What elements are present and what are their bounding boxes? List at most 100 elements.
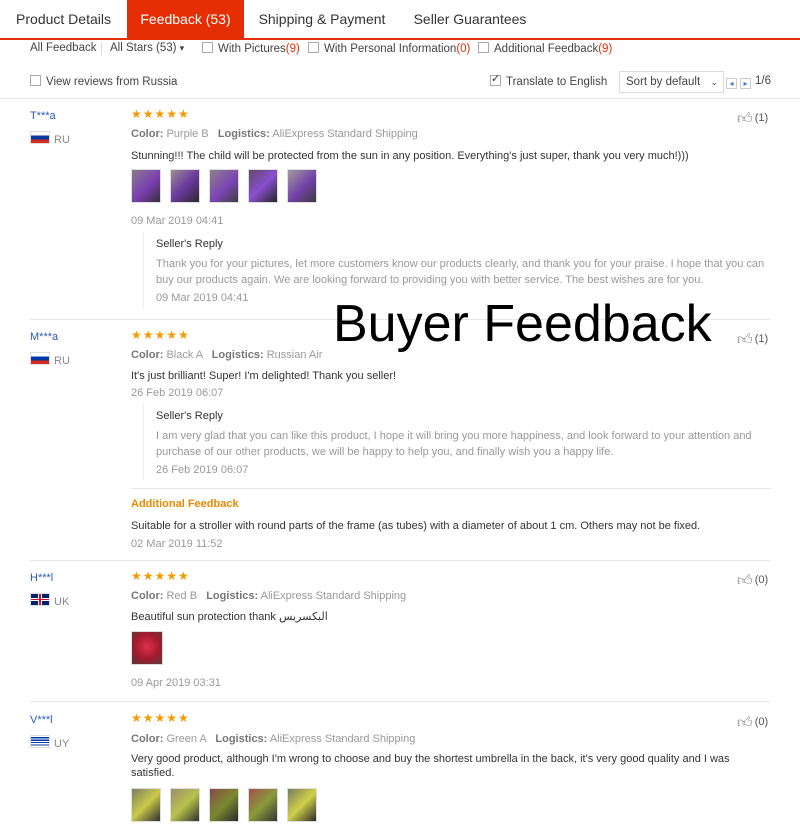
product-tabs: Product Details Feedback (53) Shipping &… [0, 0, 800, 40]
flag-ru-icon [30, 352, 50, 365]
color-value: Green A [166, 733, 207, 745]
helpful-button[interactable]: 👍︎ (1) [737, 110, 768, 128]
logistics-label: Logistics: [217, 128, 270, 140]
tab-seller-guarantees[interactable]: Seller Guarantees [400, 0, 540, 38]
translate-toggle[interactable]: Translate to English [490, 72, 608, 88]
additional-count: (9) [598, 43, 613, 55]
next-page-icon[interactable]: ▸ [740, 78, 751, 89]
thumbs-up-icon: 👍︎ [737, 572, 753, 589]
color-label: Color: [131, 733, 164, 745]
review-text: Very good product, although I'm wrong to… [131, 753, 730, 779]
review-date: 26 Feb 2019 06:07 [131, 387, 224, 399]
translate-label: Translate to English [506, 76, 608, 88]
review-photo[interactable] [170, 788, 200, 822]
chevron-down-icon: ⌄ [710, 77, 718, 87]
filter-all-feedback[interactable]: All Feedback [30, 42, 96, 54]
tab-product-details[interactable]: Product Details [0, 0, 127, 38]
view-from-checkbox[interactable] [30, 75, 41, 86]
reviewer-name: H***l [30, 572, 54, 584]
with-pictures-count: (9) [285, 43, 300, 55]
color-label: Color: [131, 590, 164, 602]
logistics-value: AliExpress Standard Shipping [272, 128, 418, 140]
filter-with-personal-info[interactable]: With Personal Information(0) [308, 42, 470, 55]
helpful-button[interactable]: 👍︎ (1) [737, 331, 768, 349]
review-photo[interactable] [248, 169, 278, 203]
color-label: Color: [131, 349, 164, 361]
logistics-label: Logistics: [206, 590, 259, 602]
logistics-value: AliExpress Standard Shipping [260, 590, 407, 602]
helpful-count: (1) [754, 333, 769, 345]
star-rating: ★★★★★ [131, 569, 190, 583]
sort-label: Sort by default [626, 76, 701, 88]
star-rating: ★★★★★ [131, 107, 190, 121]
filter-additional-feedback[interactable]: Additional Feedback(9) [478, 42, 612, 55]
feedback-filters: All Feedback All Stars (53) ▾ With Pictu… [0, 40, 800, 60]
reply-date: 09 Mar 2019 04:41 [156, 292, 249, 304]
review-date: 09 Mar 2019 04:41 [131, 215, 224, 227]
country-code: RU [54, 355, 70, 367]
review-photo[interactable] [170, 169, 200, 203]
sort-select[interactable]: Sort by default ⌄ [619, 71, 724, 93]
review-divider [30, 560, 770, 561]
reply-text: I am very glad that you can like this pr… [156, 430, 752, 458]
review-text: Stunning!!! The child will be protected … [131, 150, 689, 162]
logistics-value: AliExpress Standard Shipping [269, 733, 416, 745]
review-photo[interactable] [131, 788, 161, 822]
reply-title: Seller's Reply [156, 410, 223, 422]
filter-view-from-russia[interactable]: View reviews from Russia [30, 75, 177, 88]
additional-label: Additional Feedback [494, 43, 599, 55]
review-photos [131, 788, 326, 827]
reply-text: Thank you for your pictures, let more cu… [156, 258, 765, 286]
reviewer-name: T***a [30, 110, 56, 122]
review-meta: Color: Red B Logistics: AliExpress Stand… [131, 590, 406, 602]
logistics-value: Russian Air [266, 349, 323, 361]
tab-shipping-payment[interactable]: Shipping & Payment [244, 0, 400, 38]
additional-checkbox[interactable] [478, 42, 489, 53]
review-meta: Color: Purple B Logistics: AliExpress St… [131, 128, 418, 140]
thumbs-up-icon: 👍︎ [737, 110, 753, 127]
review-photo[interactable] [209, 788, 239, 822]
country-code: UY [54, 738, 70, 750]
translate-checkbox[interactable] [490, 72, 501, 86]
reviewer-country: RU [30, 352, 70, 367]
color-value: Black A [166, 349, 203, 361]
filter-all-stars-select[interactable]: All Stars (53) ▾ [110, 42, 184, 54]
country-code: UK [54, 596, 70, 608]
review-photo[interactable] [287, 169, 317, 203]
additional-feedback-title: Additional Feedback [131, 498, 239, 510]
filter-with-pictures[interactable]: With Pictures(9) [202, 42, 300, 55]
header-divider [0, 98, 800, 99]
filter-divider [101, 42, 102, 56]
with-personal-count: (0) [456, 43, 471, 55]
tab-feedback[interactable]: Feedback (53) [127, 0, 244, 38]
view-from-label: View reviews from Russia [46, 76, 178, 88]
all-stars-label: All Stars (53) [110, 42, 177, 54]
color-value: Purple B [166, 128, 209, 140]
review-text: Beautiful sun protection thank البكسريس [131, 611, 328, 623]
pagination-counter: 1/6 [755, 75, 771, 87]
helpful-count: (0) [754, 716, 769, 728]
prev-page-icon[interactable]: ◂ [726, 78, 737, 89]
additional-feedback-date: 02 Mar 2019 11:52 [131, 538, 223, 550]
seller-reply: Seller's Reply I am very glad that you c… [143, 404, 772, 480]
helpful-button[interactable]: 👍︎ (0) [737, 572, 768, 590]
with-pictures-label: With Pictures [218, 43, 286, 55]
logistics-label: Logistics: [211, 349, 264, 361]
with-personal-checkbox[interactable] [308, 42, 319, 53]
review-photo[interactable] [131, 631, 163, 665]
review-photo[interactable] [287, 788, 317, 822]
additional-feedback-text: Suitable for a stroller with round parts… [131, 520, 701, 532]
helpful-count: (0) [754, 574, 769, 586]
review-meta: Color: Black A Logistics: Russian Air [131, 349, 322, 361]
review-photo[interactable] [209, 169, 239, 203]
with-pictures-checkbox[interactable] [202, 42, 213, 53]
review-text: It's just brilliant! Super! I'm delighte… [131, 370, 397, 382]
additional-divider [131, 488, 771, 489]
helpful-button[interactable]: 👍︎ (0) [737, 714, 768, 732]
reviewer-name: V***l [30, 714, 53, 726]
review-photo[interactable] [131, 169, 161, 203]
reviewer-name: M***a [30, 331, 59, 343]
flag-uk-icon [30, 593, 50, 606]
review-photos [131, 631, 172, 670]
review-photo[interactable] [248, 788, 278, 822]
